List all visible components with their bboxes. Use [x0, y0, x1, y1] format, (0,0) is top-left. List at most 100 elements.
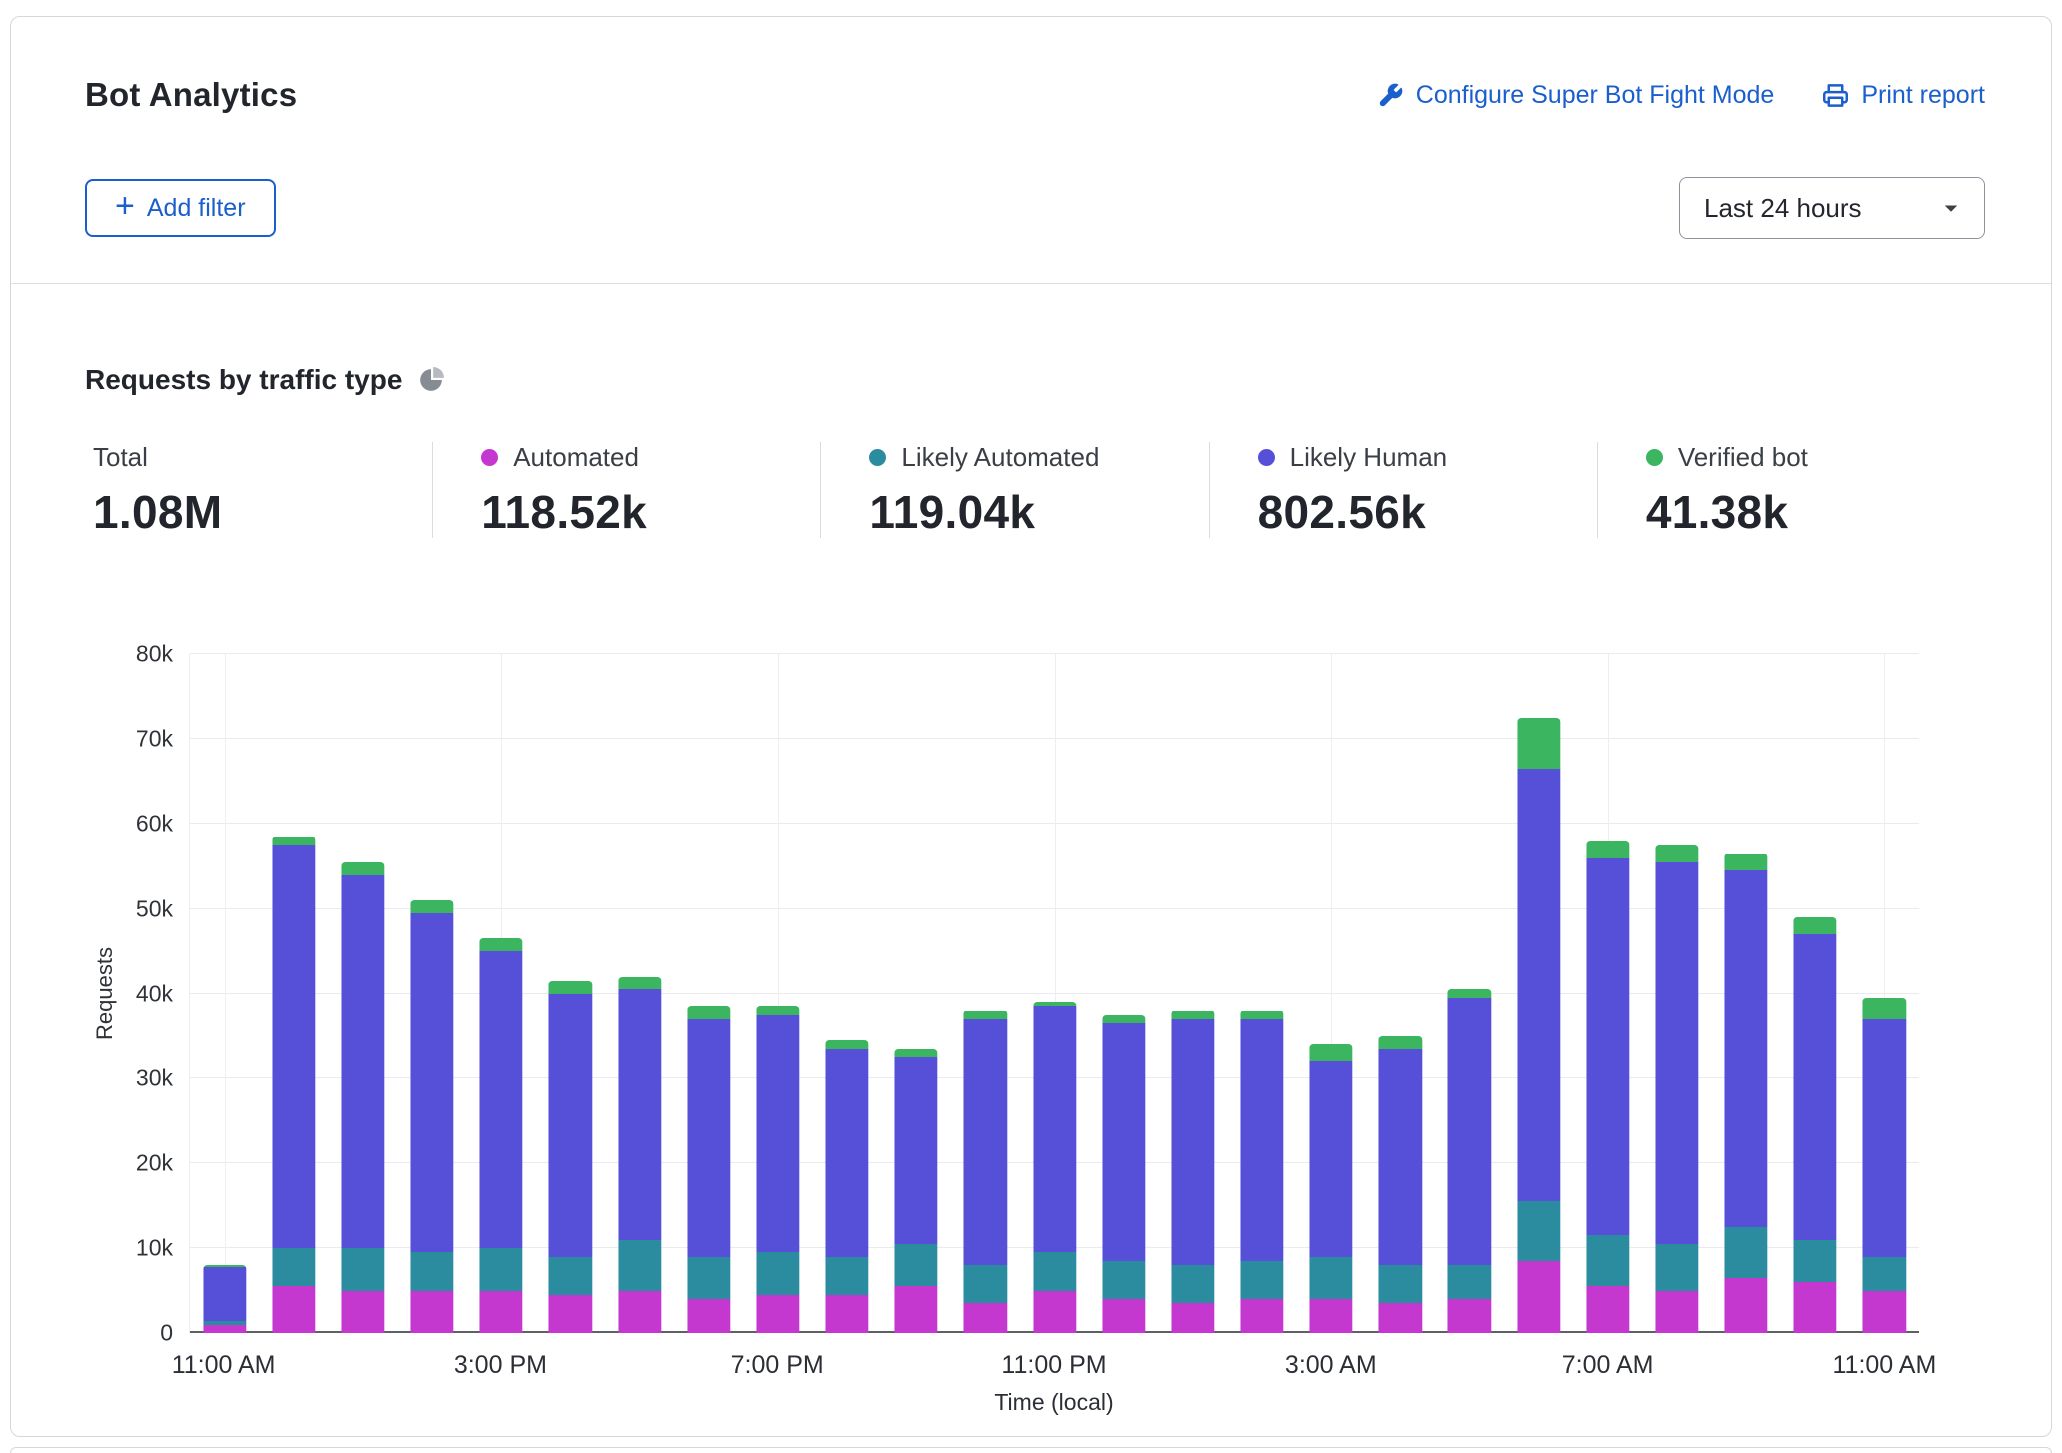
stat-value: 118.52k [481, 486, 820, 538]
bar-segment-likely-human [1517, 769, 1560, 1202]
bar-segment-automated [410, 1291, 453, 1333]
chevron-down-icon [1936, 193, 1966, 223]
bar-segment-likely-automated [1102, 1261, 1145, 1299]
stat-label-row: Verified bot [1646, 442, 1985, 472]
bar-19-600am[interactable] [1517, 718, 1560, 1333]
stat-label: Automated [513, 442, 639, 473]
bar-segment-likely-automated [1448, 1265, 1491, 1299]
bar-segment-automated [1240, 1299, 1283, 1333]
legend-dot [869, 449, 886, 466]
bar-4-300pm[interactable] [480, 938, 523, 1333]
stat-value: 1.08M [93, 486, 432, 538]
y-tick-label: 10k [136, 1237, 173, 1260]
header-row: Bot Analytics Configure Super Bot Fight … [85, 75, 1985, 115]
bar-5-400pm[interactable] [549, 981, 592, 1333]
print-link-label: Print report [1861, 81, 1985, 110]
bar-1-1200pm[interactable] [272, 836, 315, 1333]
bar-segment-verified-bot [1448, 989, 1491, 997]
bar-9-800pm[interactable] [825, 1040, 868, 1333]
bar-segment-likely-human [1655, 862, 1698, 1244]
bar-segment-likely-automated [895, 1244, 938, 1286]
bar-6-500pm[interactable] [618, 977, 661, 1333]
bar-segment-automated [272, 1286, 315, 1333]
bar-segment-likely-automated [1033, 1252, 1076, 1290]
bar-segment-likely-automated [756, 1252, 799, 1294]
chart-plot [189, 654, 1919, 1333]
x-tick-label: 3:00 PM [454, 1351, 547, 1380]
bar-15-200am[interactable] [1240, 1010, 1283, 1333]
bar-18-500am[interactable] [1448, 989, 1491, 1333]
stat-label: Verified bot [1678, 442, 1808, 473]
bar-14-100am[interactable] [1171, 1010, 1214, 1333]
wrench-icon [1377, 82, 1404, 109]
bar-segment-automated [341, 1291, 384, 1333]
bar-segment-automated [203, 1325, 246, 1333]
v-gridline [225, 654, 226, 1333]
bar-segment-likely-human [964, 1019, 1007, 1265]
bar-segment-verified-bot [1655, 845, 1698, 862]
bar-segment-verified-bot [1171, 1011, 1214, 1019]
bar-20-700am[interactable] [1586, 841, 1629, 1333]
bar-segment-likely-human [825, 1049, 868, 1257]
page: Bot Analytics Configure Super Bot Fight … [0, 0, 2062, 1450]
bar-23-1000am[interactable] [1794, 917, 1837, 1333]
stat-value: 119.04k [869, 486, 1208, 538]
bar-segment-verified-bot [687, 1006, 730, 1019]
bar-segment-automated [1794, 1282, 1837, 1333]
bar-0-1100am[interactable] [203, 1265, 246, 1333]
section-title: Requests by traffic type [85, 364, 402, 396]
bar-segment-likely-automated [1724, 1227, 1767, 1278]
bar-17-400am[interactable] [1379, 1036, 1422, 1333]
add-filter-button[interactable]: + Add filter [85, 179, 276, 237]
bar-8-700pm[interactable] [756, 1006, 799, 1333]
y-tick-label: 0 [160, 1322, 173, 1345]
bar-2-100pm[interactable] [341, 862, 384, 1333]
bar-segment-automated [964, 1303, 1007, 1333]
bar-11-1000pm[interactable] [964, 1010, 1007, 1333]
plus-icon: + [115, 189, 135, 223]
bar-segment-verified-bot [1724, 854, 1767, 871]
bar-segment-likely-human [687, 1019, 730, 1257]
bar-segment-verified-bot [618, 977, 661, 990]
bar-segment-verified-bot [1379, 1036, 1422, 1049]
bar-16-300am[interactable] [1310, 1044, 1353, 1333]
bar-22-900am[interactable] [1724, 853, 1767, 1333]
bar-segment-automated [1310, 1299, 1353, 1333]
bar-segment-automated [549, 1295, 592, 1333]
bar-segment-verified-bot [895, 1049, 938, 1057]
bar-segment-verified-bot [549, 981, 592, 994]
bar-13-1200am[interactable] [1102, 1015, 1145, 1333]
bar-3-200pm[interactable] [410, 900, 453, 1333]
bar-7-600pm[interactable] [687, 1006, 730, 1333]
stat-likely-automated: Likely Automated119.04k [820, 442, 1208, 538]
bar-segment-verified-bot [480, 938, 523, 951]
legend-dot [481, 449, 498, 466]
y-tick-label: 70k [136, 727, 173, 750]
bar-segment-likely-human [341, 875, 384, 1248]
bar-segment-likely-human [1586, 858, 1629, 1236]
bar-12-1100pm[interactable] [1033, 1002, 1076, 1333]
stat-label-row: Likely Human [1258, 442, 1597, 472]
bar-segment-automated [1448, 1299, 1491, 1333]
bar-segment-likely-automated [1240, 1261, 1283, 1299]
configure-super-bot-fight-mode-link[interactable]: Configure Super Bot Fight Mode [1377, 81, 1775, 110]
next-card-edge [10, 1447, 2052, 1453]
bar-segment-verified-bot [1517, 718, 1560, 769]
bar-segment-likely-automated [410, 1252, 453, 1290]
bar-segment-automated [825, 1295, 868, 1333]
print-report-link[interactable]: Print report [1822, 81, 1985, 110]
stat-label-row: Total [93, 442, 432, 472]
x-tick-label: 7:00 AM [1562, 1351, 1654, 1380]
add-filter-label: Add filter [147, 194, 246, 223]
bar-segment-likely-human [1310, 1061, 1353, 1256]
y-tick-label: 30k [136, 1067, 173, 1090]
bar-10-900pm[interactable] [895, 1049, 938, 1333]
bar-segment-likely-automated [272, 1248, 315, 1286]
bar-segment-likely-automated [1794, 1240, 1837, 1282]
stat-label: Total [93, 442, 148, 473]
stat-total: Total 1.08M [85, 442, 432, 538]
configure-link-label: Configure Super Bot Fight Mode [1416, 81, 1775, 110]
bar-24-1100am[interactable] [1863, 998, 1906, 1333]
time-range-select[interactable]: Last 24 hours [1679, 177, 1985, 239]
bar-21-800am[interactable] [1655, 845, 1698, 1333]
